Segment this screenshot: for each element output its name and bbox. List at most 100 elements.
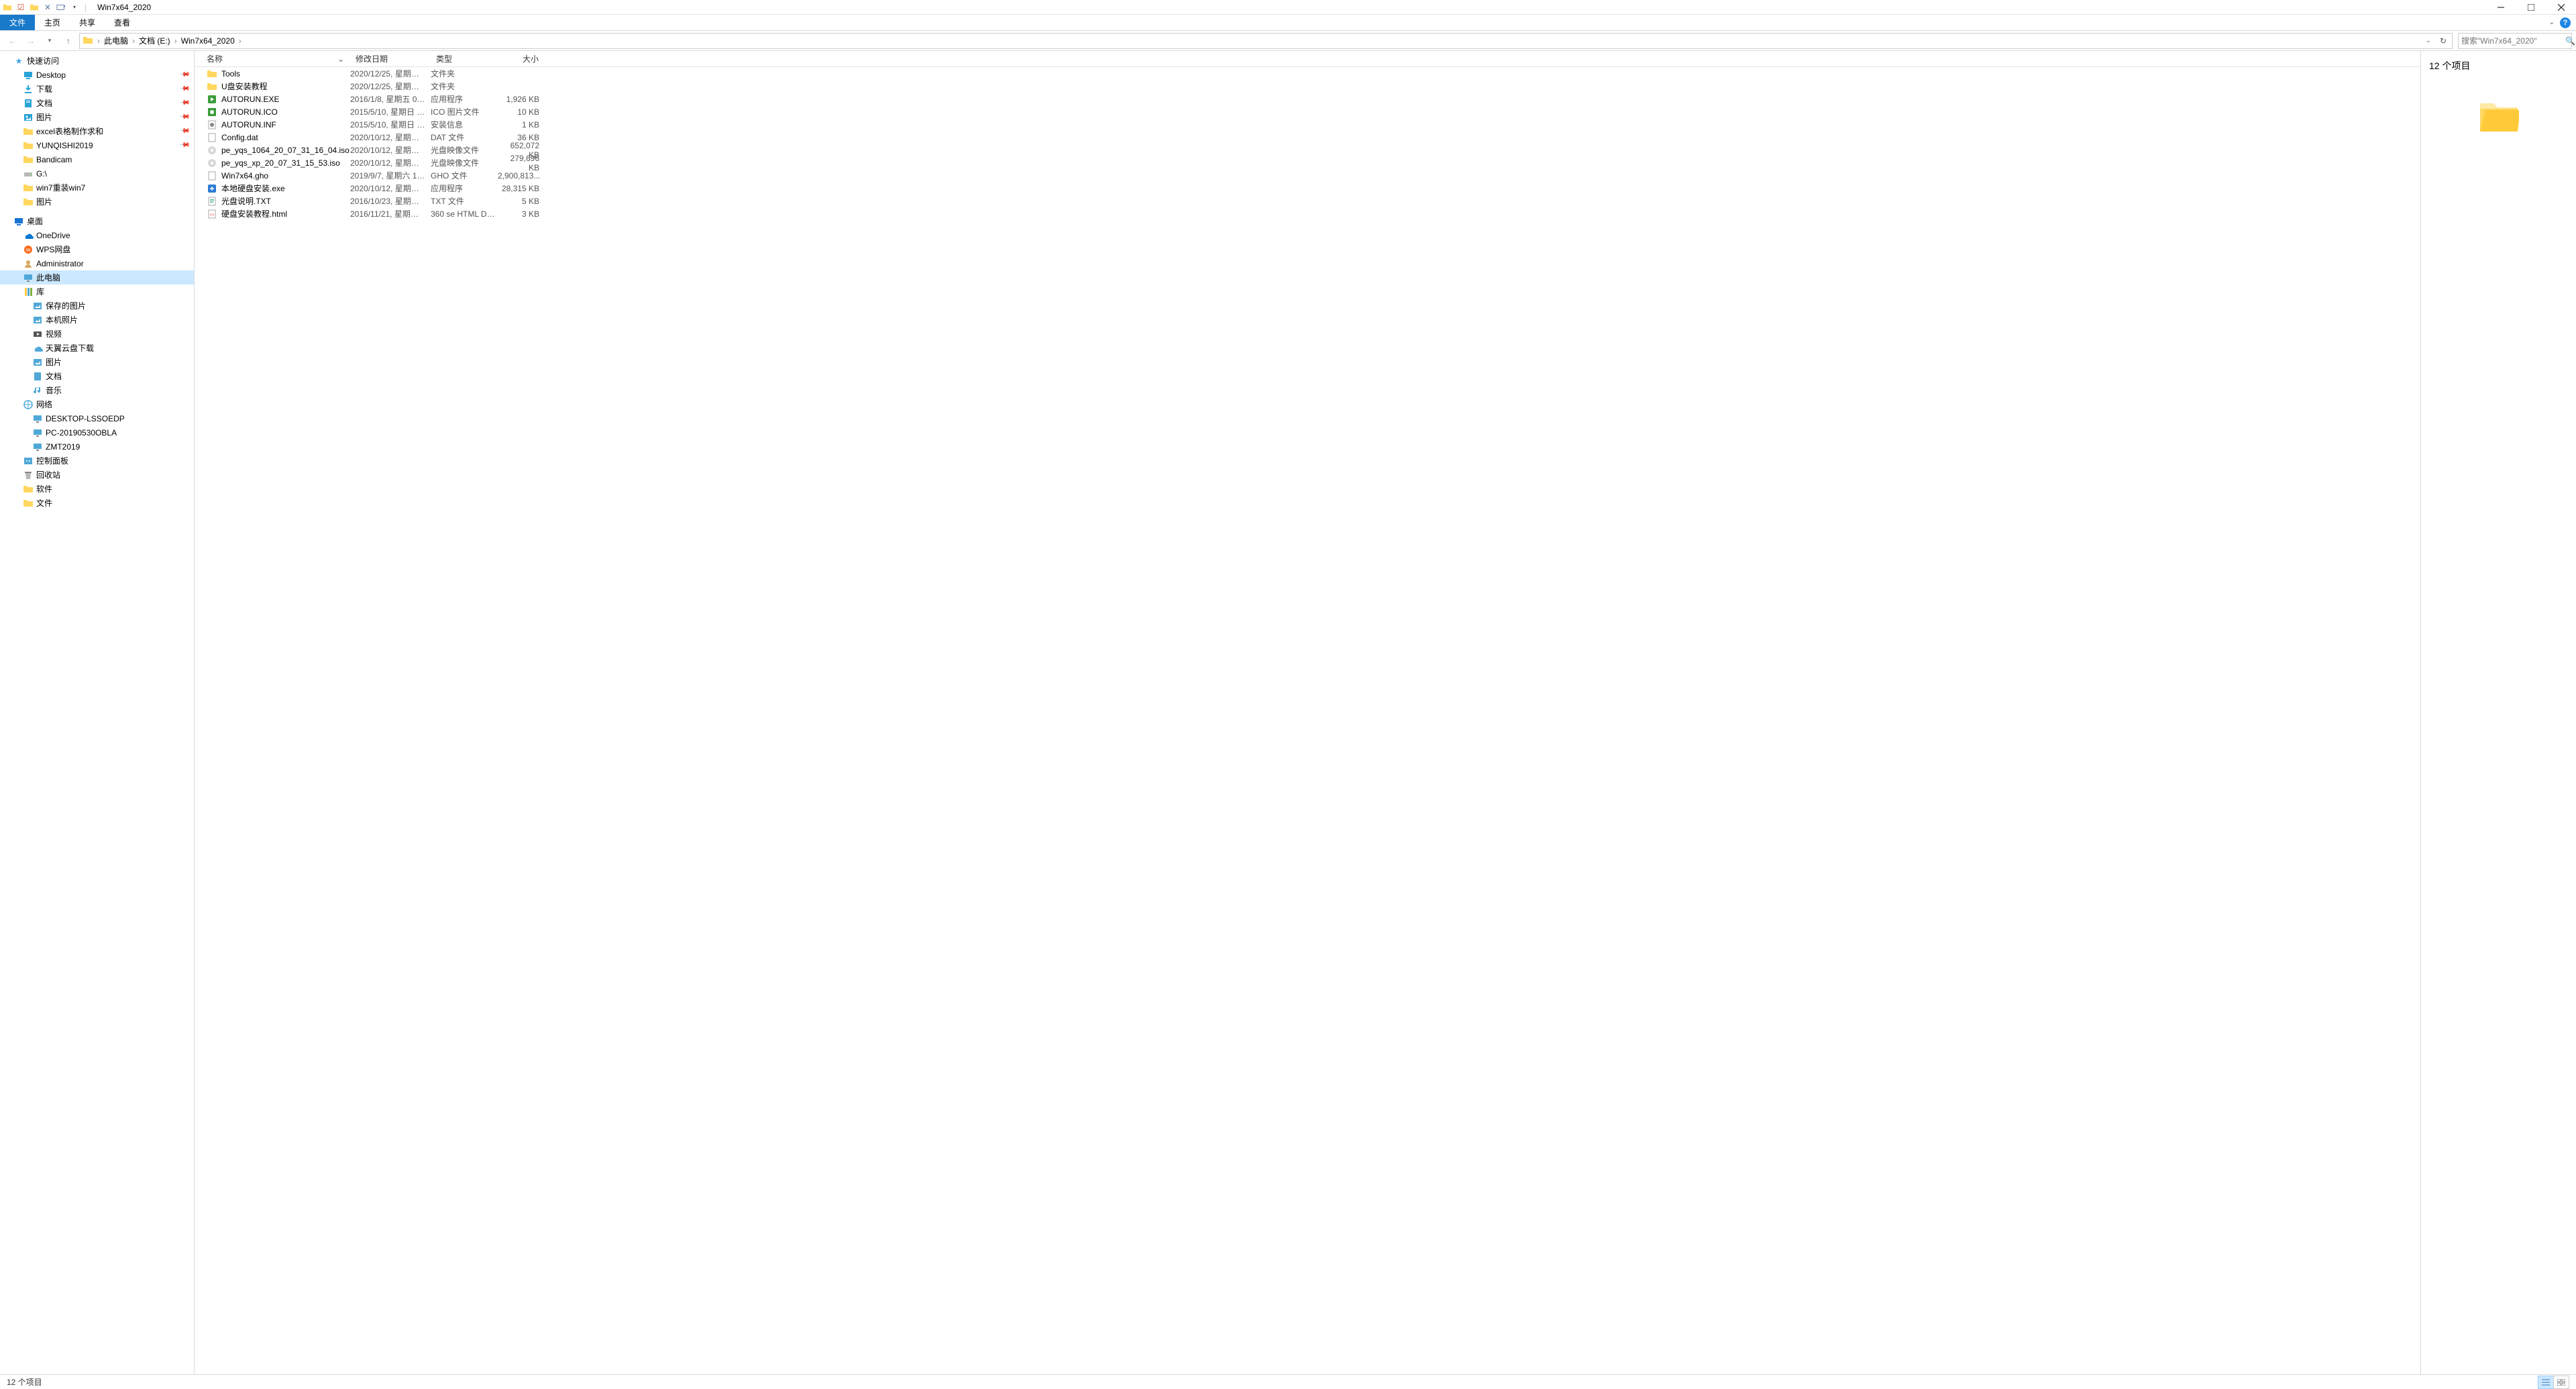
search-box[interactable]: 🔍 — [2458, 33, 2572, 49]
file-row[interactable]: Tools2020/12/25, 星期五 1...文件夹 — [195, 67, 2420, 80]
onedrive-icon — [23, 230, 34, 241]
tree-item-label: 图片 — [36, 111, 52, 123]
cloud-icon — [32, 343, 43, 354]
tree-item[interactable]: OneDrive — [0, 228, 194, 242]
qat-properties-icon[interactable]: ☑ — [16, 3, 25, 12]
file-row[interactable]: <>硬盘安装教程.html2016/11/21, 星期一 2...360 se … — [195, 207, 2420, 220]
column-name[interactable]: 名称⌄ — [195, 51, 350, 66]
file-date: 2015/5/10, 星期日 02... — [350, 119, 431, 130]
tree-item[interactable]: 回收站 — [0, 468, 194, 482]
tree-item[interactable]: 文档 — [0, 369, 194, 383]
chevron-right-icon[interactable]: › — [131, 36, 136, 46]
tree-item-label: Bandicam — [36, 155, 72, 164]
pin-icon: 📌 — [178, 125, 190, 137]
tree-item[interactable]: 视频 — [0, 327, 194, 341]
file-row[interactable]: Win7x64.gho2019/9/7, 星期六 19:...GHO 文件2,9… — [195, 169, 2420, 182]
file-row[interactable]: U盘安装教程2020/12/25, 星期五 1...文件夹 — [195, 80, 2420, 93]
tree-item[interactable]: 本机照片 — [0, 313, 194, 327]
qat-newfolder-icon[interactable] — [30, 3, 39, 12]
close-button[interactable] — [2546, 0, 2576, 15]
file-size: 28,315 KB — [498, 184, 545, 193]
tree-item[interactable]: Bandicam — [0, 152, 194, 166]
file-row[interactable]: AUTORUN.EXE2016/1/8, 星期五 04:...应用程序1,926… — [195, 93, 2420, 105]
view-details-button[interactable] — [2538, 1376, 2554, 1389]
tree-item[interactable]: DESKTOP-LSSOEDP — [0, 411, 194, 425]
tree-item[interactable]: Administrator — [0, 256, 194, 270]
file-type: 安装信息 — [431, 119, 498, 130]
desktop-root-icon — [13, 216, 24, 227]
column-size[interactable]: 大小 — [498, 51, 545, 66]
tree-item[interactable]: G:\ — [0, 166, 194, 181]
tree-item[interactable]: 文件 — [0, 496, 194, 510]
status-bar: 12 个项目 — [0, 1374, 2576, 1389]
ribbon-tab-view[interactable]: 查看 — [105, 15, 140, 30]
search-icon[interactable]: 🔍 — [2565, 36, 2575, 46]
file-date: 2020/10/12, 星期一 1... — [350, 183, 431, 194]
tree-item-label: PC-20190530OBLA — [46, 428, 117, 438]
help-button[interactable]: ? — [2560, 17, 2571, 28]
file-row[interactable]: 本地硬盘安装.exe2020/10/12, 星期一 1...应用程序28,315… — [195, 182, 2420, 195]
search-input[interactable] — [2461, 36, 2565, 46]
up-button[interactable]: ↑ — [60, 33, 76, 49]
svg-text:W: W — [26, 248, 31, 253]
file-row[interactable]: AUTORUN.ICO2015/5/10, 星期日 02...ICO 图片文件1… — [195, 105, 2420, 118]
tree-item[interactable]: 文档📌 — [0, 96, 194, 110]
tree-item[interactable]: 下载📌 — [0, 82, 194, 96]
file-row[interactable]: AUTORUN.INF2015/5/10, 星期日 02...安装信息1 KB — [195, 118, 2420, 131]
cpanel-icon — [23, 456, 34, 466]
chevron-right-icon[interactable]: › — [96, 36, 101, 46]
tree-item[interactable]: 图片 — [0, 355, 194, 369]
maximize-button[interactable] — [2516, 0, 2546, 15]
file-icon — [207, 132, 217, 143]
address-dropdown[interactable]: ⌄ — [2421, 34, 2436, 48]
chevron-right-icon[interactable]: › — [237, 36, 243, 46]
netpc-icon — [32, 427, 43, 438]
ribbon-expand-icon[interactable]: ⌄ — [2549, 19, 2555, 26]
qat-dropdown-icon[interactable]: ▾ — [70, 3, 79, 12]
breadcrumb-segment[interactable]: 此电脑 — [101, 35, 131, 46]
file-icon — [207, 170, 217, 181]
tree-item[interactable]: 天翼云盘下载 — [0, 341, 194, 355]
recent-dropdown[interactable]: ▾ — [42, 33, 58, 49]
tree-item[interactable]: YUNQISHI2019📌 — [0, 138, 194, 152]
file-row[interactable]: pe_yqs_xp_20_07_31_15_53.iso2020/10/12, … — [195, 156, 2420, 169]
pin-icon: 📌 — [178, 69, 190, 81]
tree-item[interactable]: PC-20190530OBLA — [0, 425, 194, 440]
tree-item[interactable]: 保存的图片 — [0, 299, 194, 313]
ribbon-tab-file[interactable]: 文件 — [0, 15, 35, 30]
qat-rename-icon[interactable] — [56, 3, 66, 12]
ribbon-tab-share[interactable]: 共享 — [70, 15, 105, 30]
column-type[interactable]: 类型 — [431, 51, 498, 66]
address-bar[interactable]: › 此电脑› 文档 (E:)› Win7x64_2020› ⌄ ↻ — [79, 33, 2453, 49]
file-row[interactable]: 光盘说明.TXT2016/10/23, 星期日 0...TXT 文件5 KB — [195, 195, 2420, 207]
tree-item[interactable]: 此电脑 — [0, 270, 194, 285]
forward-button[interactable]: → — [23, 33, 39, 49]
back-button[interactable]: ← — [4, 33, 20, 49]
wps-icon: W — [23, 244, 34, 255]
column-date[interactable]: 修改日期 — [350, 51, 431, 66]
file-size: 1 KB — [498, 120, 545, 130]
qat-delete-icon[interactable]: ✕ — [43, 3, 52, 12]
tree-item[interactable]: 桌面 — [0, 214, 194, 228]
tree-item[interactable]: 软件 — [0, 482, 194, 496]
view-icons-button[interactable] — [2553, 1376, 2569, 1389]
navigation-tree: ★快速访问Desktop📌下载📌文档📌图片📌excel表格制作求和📌YUNQIS… — [0, 51, 195, 1374]
ribbon-tab-home[interactable]: 主页 — [35, 15, 70, 30]
breadcrumb-segment[interactable]: Win7x64_2020 — [178, 36, 237, 46]
tree-item[interactable]: 控制面板 — [0, 454, 194, 468]
tree-item[interactable]: WWPS网盘 — [0, 242, 194, 256]
tree-item[interactable]: win7重装win7 — [0, 181, 194, 195]
tree-item[interactable]: ZMT2019 — [0, 440, 194, 454]
tree-item[interactable]: ★快速访问 — [0, 54, 194, 68]
tree-item[interactable]: 图片 — [0, 195, 194, 209]
tree-item[interactable]: excel表格制作求和📌 — [0, 124, 194, 138]
breadcrumb-segment[interactable]: 文档 (E:) — [136, 35, 173, 46]
tree-item[interactable]: 图片📌 — [0, 110, 194, 124]
tree-item[interactable]: 音乐 — [0, 383, 194, 397]
chevron-right-icon[interactable]: › — [173, 36, 178, 46]
tree-item[interactable]: Desktop📌 — [0, 68, 194, 82]
refresh-button[interactable]: ↻ — [2436, 34, 2451, 48]
tree-item[interactable]: 网络 — [0, 397, 194, 411]
minimize-button[interactable] — [2485, 0, 2516, 15]
tree-item[interactable]: 库 — [0, 285, 194, 299]
